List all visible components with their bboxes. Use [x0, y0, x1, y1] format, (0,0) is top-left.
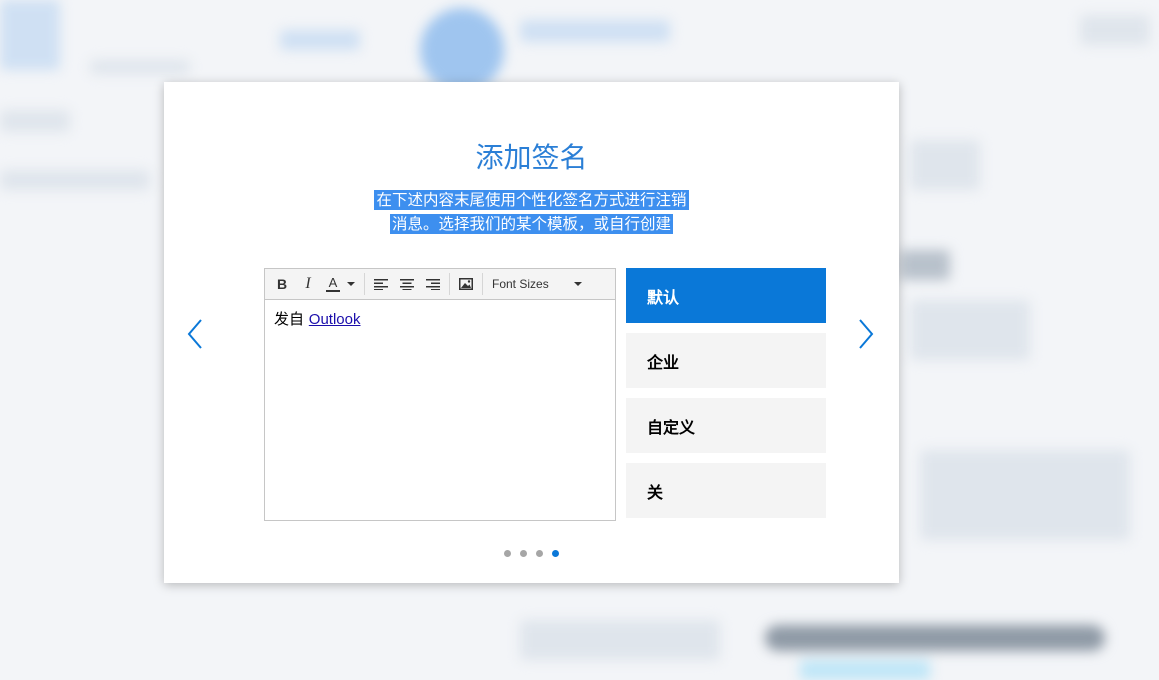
font-sizes-dropdown[interactable]: Font Sizes [486, 277, 589, 291]
chevron-left-icon [187, 319, 202, 349]
signature-editor: B I A Font Sizes 发自 Outlook [264, 268, 616, 521]
pagination-dots [164, 550, 899, 557]
bold-button[interactable]: B [269, 272, 295, 296]
description-line-1: 在下述内容末尾使用个性化签名方式进行注销 [374, 190, 689, 210]
editor-toolbar: B I A Font Sizes [265, 269, 615, 300]
dialog-title: 添加签名 [475, 141, 588, 174]
align-right-button[interactable] [420, 272, 446, 296]
page-dot-2[interactable] [520, 550, 527, 557]
option-off[interactable]: 关 [626, 463, 826, 518]
caret-down-icon [573, 282, 582, 286]
align-left-button[interactable] [368, 272, 394, 296]
description-line-2: 消息。选择我们的某个模板，或自行创建 [389, 214, 673, 234]
option-enterprise[interactable]: 企业 [626, 333, 826, 388]
chevron-right-icon [859, 319, 874, 349]
align-center-icon [400, 279, 414, 290]
next-button[interactable] [853, 316, 877, 352]
option-default[interactable]: 默认 [626, 268, 826, 323]
signature-options: 默认 企业 自定义 关 [626, 268, 826, 528]
image-icon [459, 278, 473, 290]
page-dot-1[interactable] [504, 550, 511, 557]
editor-content[interactable]: 发自 Outlook [265, 300, 615, 337]
dialog-description: 在下述内容末尾使用个性化签名方式进行注销 消息。选择我们的某个模板，或自行创建 [164, 188, 899, 236]
signature-prefix: 发自 [274, 310, 305, 328]
font-color-icon: A [326, 276, 340, 292]
page-dot-4[interactable] [552, 550, 559, 557]
font-sizes-label: Font Sizes [492, 277, 549, 291]
font-color-button[interactable]: A [321, 272, 361, 296]
previous-button[interactable] [184, 316, 208, 352]
align-right-icon [426, 279, 440, 290]
caret-down-icon [347, 282, 355, 286]
option-custom[interactable]: 自定义 [626, 398, 826, 453]
italic-button[interactable]: I [295, 272, 321, 296]
outlook-link[interactable]: Outlook [309, 311, 361, 328]
align-center-button[interactable] [394, 272, 420, 296]
add-signature-dialog: 添加签名 在下述内容末尾使用个性化签名方式进行注销 消息。选择我们的某个模板，或… [164, 82, 899, 583]
page-dot-3[interactable] [536, 550, 543, 557]
insert-image-button[interactable] [453, 272, 479, 296]
align-left-icon [374, 279, 388, 290]
